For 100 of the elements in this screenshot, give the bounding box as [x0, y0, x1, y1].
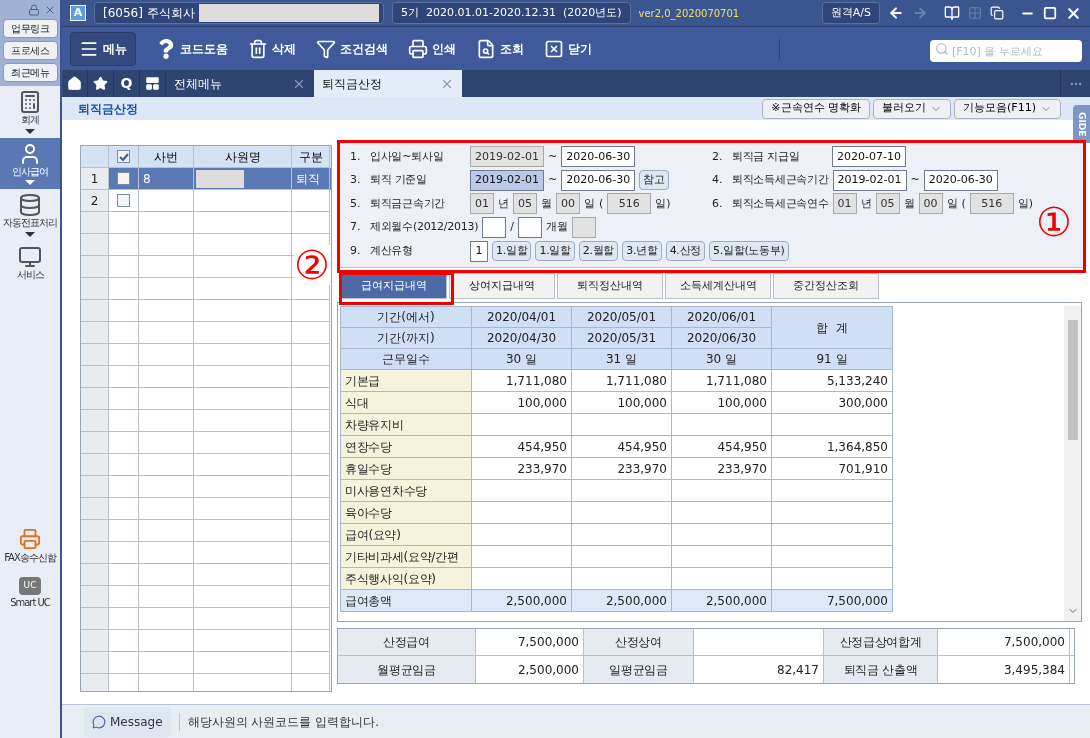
input-field[interactable]: 2020-07-10 — [832, 146, 906, 168]
item-number: 3. — [350, 172, 362, 189]
toolbar-button[interactable]: 삭제 — [248, 31, 296, 66]
input-field[interactable]: 2019-02-01 — [470, 169, 544, 191]
input-field[interactable]: 05 — [875, 193, 900, 215]
header-button[interactable]: ※근속연수 명확화 — [762, 98, 871, 119]
input-field[interactable]: 516 — [969, 193, 1014, 215]
detail-tab[interactable]: 소득세계산내역 — [665, 273, 771, 299]
detail-tab[interactable]: 급여지급내역 — [341, 273, 447, 299]
toolbar-button[interactable]: 코드도움 — [156, 31, 228, 66]
field-text: 년 — [498, 195, 509, 212]
input-field[interactable]: 2020-06-30 — [561, 169, 636, 191]
checkbox[interactable] — [117, 194, 130, 207]
scrollbar-thumb[interactable] — [1067, 320, 1078, 440]
toolbar-button[interactable]: 메뉴 — [70, 31, 136, 66]
form-button[interactable]: 4.산정 — [665, 241, 706, 262]
windows-icon[interactable] — [990, 6, 1004, 20]
forward-icon[interactable] — [912, 5, 928, 21]
row-label: 미사용연차수당 — [340, 479, 472, 502]
period-field[interactable]: 5기 2020.01.01-2020.12.31 (2020년도) — [392, 2, 631, 24]
tab-label: 전체메뉴 — [174, 75, 222, 93]
header-button[interactable]: 불러오기 — [873, 98, 952, 119]
input-field[interactable] — [571, 217, 596, 239]
sidebar-shortcut[interactable]: UC Smart UC — [0, 573, 60, 614]
checkbox[interactable] — [117, 150, 130, 163]
item-number: 4. — [712, 172, 724, 189]
nav-label: 자동전표처리 — [3, 217, 57, 230]
detail-tab[interactable]: 퇴직정산내역 — [557, 273, 663, 299]
form-button[interactable]: 2.월할 — [578, 241, 619, 262]
company-field[interactable]: [6056] 주식회사 — [94, 2, 384, 24]
sidebar-shortcut[interactable]: FAX송수신함 — [0, 524, 60, 569]
input-field[interactable]: 05 — [513, 193, 537, 215]
field-label: 계산유형 — [370, 242, 414, 259]
input-field[interactable]: 1 — [470, 240, 488, 262]
search-field[interactable]: [F10] 을 누르세요 — [930, 40, 1082, 62]
detail-tab[interactable]: 상여지급내역 — [449, 273, 555, 299]
employee-row[interactable]: 1 8 퇴직 — [81, 168, 331, 190]
app-logo: A — [70, 5, 86, 21]
form-button[interactable]: 1.일할 — [535, 241, 575, 262]
input-field[interactable]: 01 — [470, 193, 494, 215]
input-field[interactable]: 2019-02-01 — [832, 169, 907, 191]
detail-tab[interactable]: 중간정산조회 — [773, 273, 879, 299]
book-icon[interactable] — [944, 5, 960, 21]
input-field[interactable]: 2020-06-30 — [923, 169, 998, 191]
fax-icon — [19, 528, 41, 550]
sidebar-nav-item[interactable]: 자동전표처리 — [0, 189, 60, 241]
input-field[interactable]: 2020-06-30 — [561, 146, 636, 168]
input-field[interactable]: 00 — [918, 193, 943, 215]
sidebar-nav-item[interactable]: 서비스 — [0, 240, 60, 285]
input-field[interactable]: 2019-02-01 — [470, 146, 544, 168]
summary-label: 산정급여 — [338, 629, 476, 655]
print-icon — [408, 38, 428, 59]
document-tab[interactable]: 전체메뉴 — [166, 70, 314, 97]
toolbar-button[interactable]: 조건검색 — [316, 31, 388, 66]
document-tab[interactable]: 퇴직금산정 — [314, 70, 462, 97]
checkbox[interactable] — [117, 172, 130, 185]
employee-id-cell — [139, 190, 194, 212]
quick-link-button[interactable]: 업무링크 — [2, 19, 58, 38]
message-button[interactable]: Message — [84, 706, 171, 737]
shortcut-label: FAX송수신함 — [4, 551, 56, 565]
sidebar-nav-item[interactable]: 회계 — [0, 86, 60, 138]
header-cell: 합 계 — [771, 306, 893, 349]
summary-label: 일평균임금 — [584, 656, 694, 683]
input-field[interactable] — [482, 217, 507, 239]
monitor-icon — [18, 244, 42, 269]
form-button[interactable]: 5.일할(노동부) — [709, 241, 789, 262]
lock-icon[interactable] — [28, 4, 40, 16]
field-text: ~ — [910, 172, 920, 189]
version-label: ver2,0_2020070701 — [638, 6, 740, 21]
maximize-icon[interactable] — [1043, 6, 1057, 20]
quick-link-button[interactable]: 프로세스 — [2, 41, 58, 60]
input-field[interactable]: 00 — [556, 193, 580, 215]
toolbar-button[interactable]: 인쇄 — [408, 31, 456, 66]
input-field[interactable]: 516 — [607, 193, 652, 215]
toolbar-button[interactable]: 조회 — [476, 31, 524, 66]
caret-icon — [25, 231, 35, 237]
form-button[interactable]: 3.년할 — [622, 241, 662, 262]
scrollbar[interactable] — [1064, 306, 1081, 621]
row-label: 급여총액 — [340, 589, 472, 612]
row-label: 기타비과세(요약/간편 — [340, 545, 472, 568]
filter-icon — [316, 38, 336, 59]
annotation-number: ① — [1036, 202, 1072, 242]
toolbar-button[interactable]: 닫기 — [544, 31, 592, 66]
header-button[interactable]: 기능모음(F11) — [954, 98, 1061, 119]
sidebar-nav-item[interactable]: 인사급여 — [0, 137, 60, 189]
form-button[interactable]: 1.일할 — [492, 241, 532, 262]
field-text: ~ — [548, 148, 558, 165]
input-field[interactable] — [517, 217, 542, 239]
summary-label: 월평균임금 — [338, 656, 476, 683]
form-button[interactable]: 참고 — [639, 170, 669, 191]
back-icon[interactable] — [888, 5, 904, 21]
quick-link-button[interactable]: 최근메뉴 — [2, 63, 58, 82]
row-number: 2 — [81, 190, 109, 212]
close-icon — [544, 38, 564, 59]
input-field[interactable]: 01 — [832, 193, 857, 215]
item-number: 7. — [350, 219, 362, 236]
remote-support-button[interactable]: 원격A/S — [821, 2, 880, 24]
nav-label: 인사급여 — [12, 165, 48, 178]
close-icon[interactable] — [44, 4, 56, 16]
employee-row[interactable]: 2 — [81, 190, 331, 212]
